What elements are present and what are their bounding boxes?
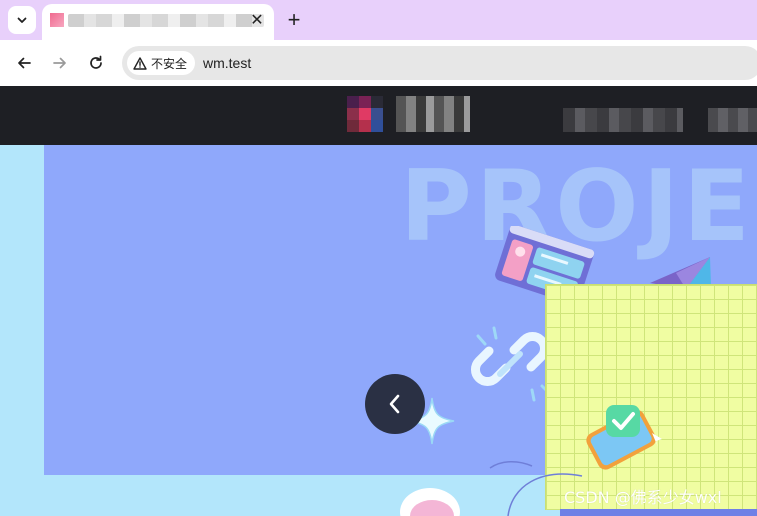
security-label: 不安全 (151, 56, 188, 71)
reload-icon (90, 55, 102, 69)
tab-strip: ✕ + (0, 0, 757, 40)
browser-tab[interactable]: ✕ (42, 4, 274, 40)
arrow-right-icon (53, 57, 66, 69)
chevron-down-icon (17, 17, 27, 23)
chevron-left-icon (389, 394, 400, 414)
footer-strip (560, 509, 757, 516)
tab-close-button[interactable]: ✕ (248, 12, 266, 30)
site-header (0, 86, 757, 145)
carousel-prev-button[interactable] (365, 374, 425, 434)
browser-toolbar: 不安全 wm.test (0, 40, 757, 86)
nav-link-redacted[interactable] (563, 108, 683, 132)
warning-icon (133, 56, 147, 70)
csdn-watermark: CSDN @佛系少女wxl (564, 488, 722, 507)
new-tab-button[interactable]: + (282, 8, 306, 32)
site-logo-redacted[interactable] (347, 96, 383, 132)
web-page: PROJE CSDN @佛系少女wxl (0, 86, 757, 516)
site-name-redacted[interactable] (396, 96, 470, 132)
tab-search-button[interactable] (8, 6, 36, 34)
reload-button[interactable] (84, 51, 108, 75)
tab-title-redacted (68, 14, 264, 27)
url-text[interactable]: wm.test (203, 55, 251, 71)
security-indicator[interactable]: 不安全 (127, 51, 196, 75)
nav-link-redacted-2[interactable] (708, 108, 757, 132)
arrow-left-icon (18, 57, 31, 69)
tab-favicon (50, 13, 64, 27)
address-bar[interactable]: 不安全 wm.test (122, 46, 757, 80)
back-button[interactable] (12, 51, 36, 75)
decorative-lines (400, 461, 583, 516)
forward-button[interactable] (48, 51, 72, 75)
